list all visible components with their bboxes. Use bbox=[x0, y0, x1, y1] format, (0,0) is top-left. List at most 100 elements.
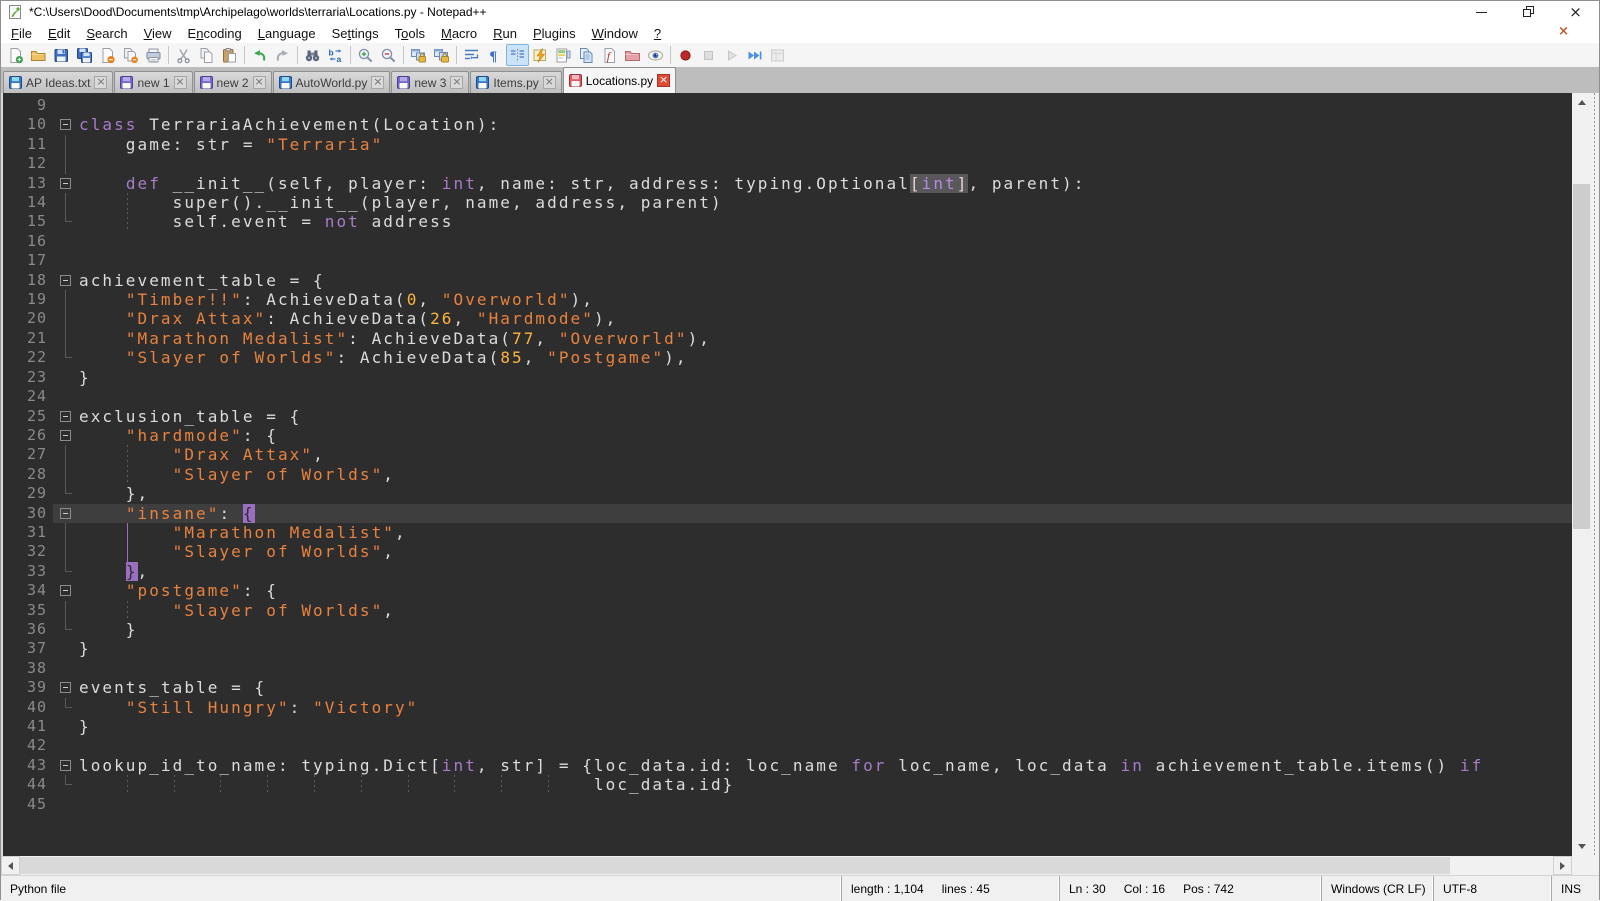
macro-save-icon[interactable] bbox=[766, 44, 789, 66]
close-all-icon[interactable] bbox=[119, 44, 142, 66]
user-defined-language-icon[interactable] bbox=[529, 44, 552, 66]
tab-close-icon[interactable]: × bbox=[94, 76, 107, 89]
new-file-icon[interactable] bbox=[4, 44, 27, 66]
code-text[interactable]: "Marathon Medalist", bbox=[79, 523, 1574, 542]
menu-encoding[interactable]: Encoding bbox=[180, 25, 250, 42]
code-text[interactable]: } bbox=[79, 368, 1574, 387]
fold-toggle-icon[interactable] bbox=[53, 407, 79, 426]
folder-as-workspace-icon[interactable] bbox=[621, 44, 644, 66]
sync-vertical-icon[interactable] bbox=[407, 44, 430, 66]
code-text[interactable]: super().__init__(player, name, address, … bbox=[79, 193, 1574, 212]
code-text[interactable]: "Slayer of Worlds": AchieveData(85, "Pos… bbox=[79, 348, 1574, 367]
scroll-up-icon[interactable] bbox=[1572, 93, 1591, 112]
tab-new-2[interactable]: new 2× bbox=[194, 71, 272, 93]
sync-horizontal-icon[interactable] bbox=[430, 44, 453, 66]
fold-toggle-icon[interactable] bbox=[53, 581, 79, 600]
restore-button[interactable] bbox=[1505, 1, 1552, 23]
menu-file[interactable]: File bbox=[3, 25, 40, 42]
tab-close-icon[interactable]: × bbox=[174, 76, 187, 89]
code-text[interactable]: "postgame": { bbox=[79, 581, 1574, 600]
tab-close-icon[interactable]: × bbox=[543, 76, 556, 89]
menu-plugins[interactable]: Plugins bbox=[525, 25, 584, 42]
fold-toggle-icon[interactable] bbox=[53, 115, 79, 134]
fold-toggle-icon[interactable] bbox=[53, 271, 79, 290]
code-text[interactable] bbox=[79, 387, 1574, 406]
menu-tools[interactable]: Tools bbox=[387, 25, 433, 42]
cut-icon[interactable] bbox=[172, 44, 195, 66]
code-text[interactable]: } bbox=[79, 639, 1574, 658]
indent-guide-icon[interactable] bbox=[506, 44, 529, 66]
menu-settings[interactable]: Settings bbox=[324, 25, 387, 42]
code-text[interactable] bbox=[79, 659, 1574, 678]
macro-run-multiple-icon[interactable] bbox=[743, 44, 766, 66]
code-text[interactable] bbox=[79, 795, 1574, 814]
code-text[interactable]: }, bbox=[79, 562, 1574, 581]
word-wrap-icon[interactable] bbox=[460, 44, 483, 66]
tab-new-1[interactable]: new 1× bbox=[114, 71, 192, 93]
macro-record-icon[interactable] bbox=[674, 44, 697, 66]
code-text[interactable] bbox=[79, 96, 1574, 115]
code-text[interactable]: game: str = "Terraria" bbox=[79, 135, 1574, 154]
tab-autoworld-py[interactable]: AutoWorld.py× bbox=[273, 71, 391, 93]
code-text[interactable]: self.event = not address bbox=[79, 212, 1574, 231]
tab-close-icon[interactable]: × bbox=[657, 74, 670, 87]
undo-icon[interactable] bbox=[248, 44, 271, 66]
menu-help[interactable]: ? bbox=[646, 25, 669, 42]
tab-ap-ideas-txt[interactable]: AP Ideas.txt× bbox=[3, 71, 113, 93]
code-text[interactable] bbox=[79, 251, 1574, 270]
replace-icon[interactable]: ba bbox=[324, 44, 347, 66]
tab-items-py[interactable]: Items.py× bbox=[470, 71, 561, 93]
tab-close-icon[interactable]: × bbox=[253, 76, 266, 89]
code-text[interactable]: achievement_table = { bbox=[79, 271, 1574, 290]
fold-toggle-icon[interactable] bbox=[53, 678, 79, 697]
horizontal-scrollbar[interactable] bbox=[1, 856, 1599, 875]
code-text[interactable]: exclusion_table = { bbox=[79, 407, 1574, 426]
file-monitoring-icon[interactable] bbox=[644, 44, 667, 66]
fold-toggle-icon[interactable] bbox=[53, 756, 79, 775]
menu-search[interactable]: Search bbox=[78, 25, 135, 42]
tab-close-icon[interactable]: × bbox=[371, 76, 384, 89]
show-all-characters-icon[interactable]: ¶ bbox=[483, 44, 506, 66]
zoom-out-icon[interactable] bbox=[377, 44, 400, 66]
tab-locations-py[interactable]: Locations.py× bbox=[563, 67, 676, 93]
vertical-scrollbar[interactable] bbox=[1572, 93, 1591, 856]
menu-macro[interactable]: Macro bbox=[433, 25, 485, 42]
menu-language[interactable]: Language bbox=[250, 25, 324, 42]
copy-icon[interactable] bbox=[195, 44, 218, 66]
menu-window[interactable]: Window bbox=[584, 25, 646, 42]
minimize-button[interactable] bbox=[1458, 1, 1505, 23]
document-list-icon[interactable] bbox=[575, 44, 598, 66]
code-text[interactable]: "Still Hungry": "Victory" bbox=[79, 698, 1574, 717]
code-text[interactable]: def __init__(self, player: int, name: st… bbox=[79, 174, 1574, 193]
zoom-in-icon[interactable] bbox=[354, 44, 377, 66]
code-text[interactable]: "Marathon Medalist": AchieveData(77, "Ov… bbox=[79, 329, 1574, 348]
fold-toggle-icon[interactable] bbox=[53, 426, 79, 445]
code-text[interactable]: } bbox=[79, 717, 1574, 736]
code-area[interactable]: 910class TerrariaAchievement(Location):1… bbox=[3, 96, 1574, 814]
code-text[interactable]: class TerrariaAchievement(Location): bbox=[79, 115, 1574, 134]
print-icon[interactable] bbox=[142, 44, 165, 66]
macro-play-icon[interactable] bbox=[720, 44, 743, 66]
menu-run[interactable]: Run bbox=[485, 25, 525, 42]
code-text[interactable] bbox=[79, 232, 1574, 251]
menu-view[interactable]: View bbox=[136, 25, 180, 42]
code-text[interactable]: events_table = { bbox=[79, 678, 1574, 697]
code-text[interactable]: "insane": { bbox=[79, 504, 1574, 523]
menu-edit[interactable]: Edit bbox=[40, 25, 78, 42]
document-map-icon[interactable] bbox=[552, 44, 575, 66]
close-document-icon[interactable]: × bbox=[1558, 24, 1569, 39]
code-text[interactable]: loc_data.id} bbox=[79, 775, 1574, 794]
close-button[interactable]: × bbox=[1552, 1, 1599, 23]
code-text[interactable]: } bbox=[79, 620, 1574, 639]
code-text[interactable]: "Slayer of Worlds", bbox=[79, 601, 1574, 620]
editor-pane[interactable]: 910class TerrariaAchievement(Location):1… bbox=[1, 93, 1599, 856]
tab-close-icon[interactable]: × bbox=[450, 76, 463, 89]
code-text[interactable]: "hardmode": { bbox=[79, 426, 1574, 445]
close-file-icon[interactable] bbox=[96, 44, 119, 66]
redo-icon[interactable] bbox=[271, 44, 294, 66]
open-file-icon[interactable] bbox=[27, 44, 50, 66]
code-text[interactable]: "Drax Attax", bbox=[79, 445, 1574, 464]
scroll-left-icon[interactable] bbox=[1, 856, 20, 875]
code-text[interactable]: "Slayer of Worlds", bbox=[79, 465, 1574, 484]
code-text[interactable]: "Slayer of Worlds", bbox=[79, 542, 1574, 561]
